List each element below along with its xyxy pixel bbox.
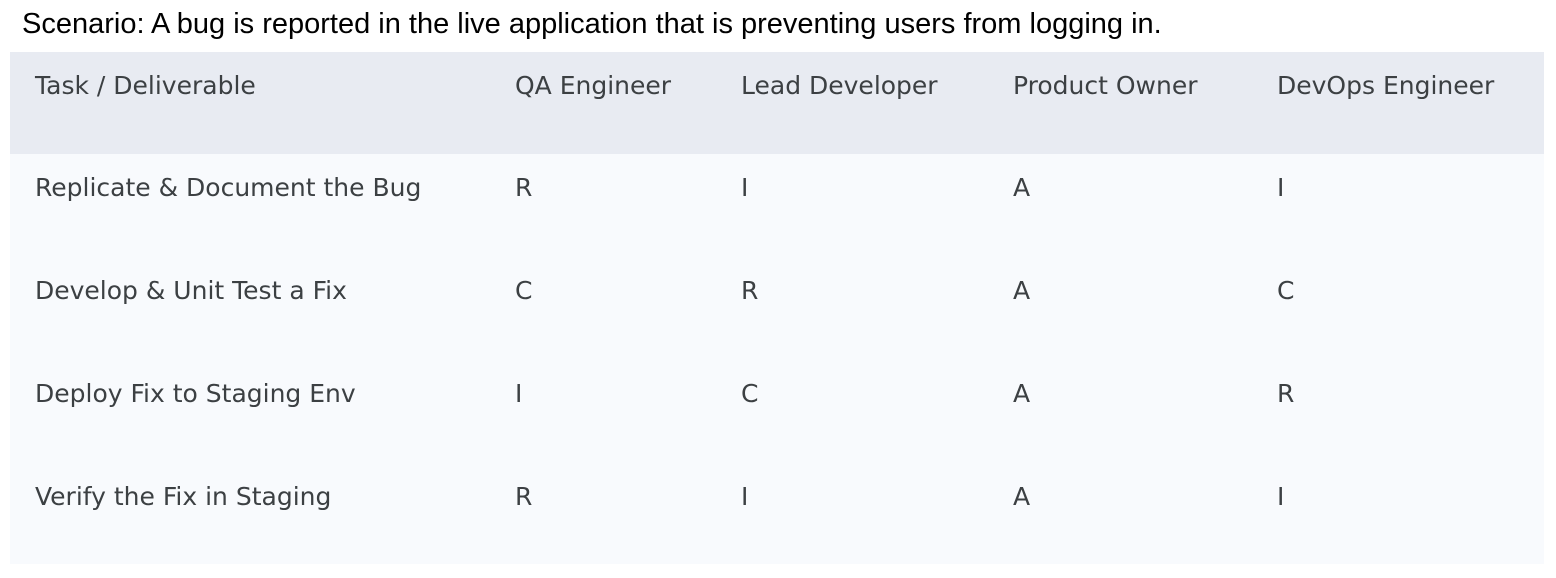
header-devops-engineer: DevOps Engineer — [1277, 71, 1495, 100]
table-row: Verify the Fix in Staging R I A I — [10, 463, 1544, 566]
header-product-owner: Product Owner — [1013, 71, 1198, 100]
lead-developer-cell: C — [741, 379, 759, 408]
header-task: Task / Deliverable — [35, 71, 256, 100]
lead-developer-cell: I — [741, 173, 749, 202]
task-cell: Replicate & Document the Bug — [35, 173, 422, 202]
table-row: Deploy Fix to Staging Env I C A R — [10, 360, 1544, 463]
header-lead-developer: Lead Developer — [741, 71, 938, 100]
devops-engineer-cell: I — [1277, 173, 1285, 202]
devops-engineer-cell: R — [1277, 379, 1295, 408]
scenario-text: Scenario: A bug is reported in the live … — [22, 8, 1162, 40]
product-owner-cell: A — [1013, 379, 1031, 408]
product-owner-cell: A — [1013, 173, 1031, 202]
qa-engineer-cell: R — [515, 173, 533, 202]
task-cell: Deploy Fix to Staging Env — [35, 379, 356, 408]
devops-engineer-cell: I — [1277, 482, 1285, 511]
task-cell: Develop & Unit Test a Fix — [35, 276, 347, 305]
table-body: Replicate & Document the Bug R I A I Dev… — [10, 154, 1544, 564]
product-owner-cell: A — [1013, 482, 1031, 511]
devops-engineer-cell: C — [1277, 276, 1295, 305]
header-qa-engineer: QA Engineer — [515, 71, 672, 100]
table-row: Replicate & Document the Bug R I A I — [10, 154, 1544, 257]
raci-table: Task / Deliverable QA Engineer Lead Deve… — [10, 52, 1544, 564]
task-cell: Verify the Fix in Staging — [35, 482, 332, 511]
qa-engineer-cell: C — [515, 276, 533, 305]
table-header: Task / Deliverable QA Engineer Lead Deve… — [10, 52, 1544, 154]
qa-engineer-cell: I — [515, 379, 523, 408]
lead-developer-cell: I — [741, 482, 749, 511]
table-row: Develop & Unit Test a Fix C R A C — [10, 257, 1544, 360]
product-owner-cell: A — [1013, 276, 1031, 305]
lead-developer-cell: R — [741, 276, 759, 305]
qa-engineer-cell: R — [515, 482, 533, 511]
